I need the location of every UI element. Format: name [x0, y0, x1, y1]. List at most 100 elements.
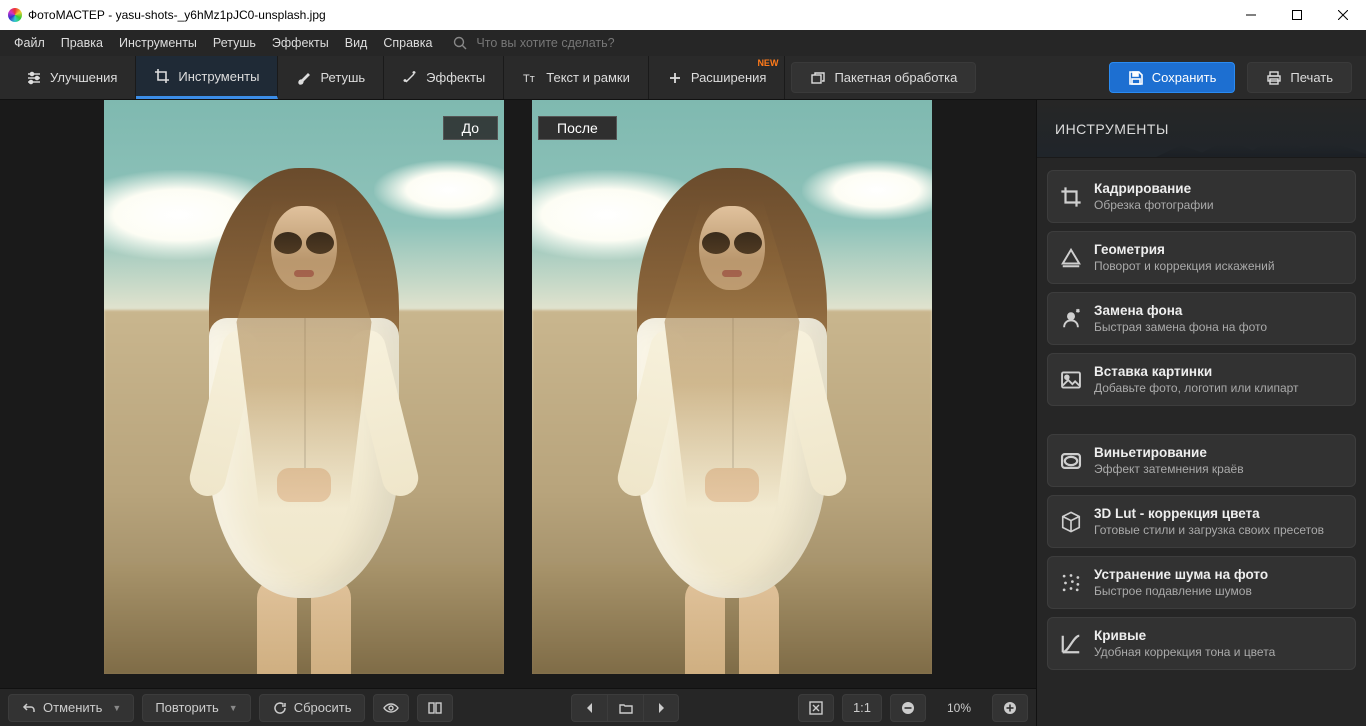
- tool-sub: Поворот и коррекция искажений: [1094, 259, 1343, 273]
- menu-view[interactable]: Вид: [345, 36, 368, 50]
- tool-sub: Добавьте фото, логотип или клипарт: [1094, 381, 1343, 395]
- toolbar: Улучшения Инструменты Ретушь Эффекты Tт …: [0, 56, 1366, 100]
- tab-label: Улучшения: [50, 70, 117, 85]
- redo-button[interactable]: Повторить ▼: [142, 694, 250, 722]
- tab-text[interactable]: Tт Текст и рамки: [504, 56, 649, 99]
- print-icon: [1266, 70, 1282, 86]
- tool-sub: Обрезка фотографии: [1094, 198, 1343, 212]
- tab-extensions[interactable]: Расширения NEW: [649, 56, 786, 99]
- next-button[interactable]: [643, 694, 679, 722]
- save-button[interactable]: Сохранить: [1109, 62, 1236, 93]
- menu-file[interactable]: Файл: [14, 36, 45, 50]
- tool-curves[interactable]: Кривые Удобная коррекция тона и цвета: [1047, 617, 1356, 670]
- menubar: Файл Правка Инструменты Ретушь Эффекты В…: [0, 30, 1366, 56]
- dropdown-icon: ▼: [112, 703, 121, 713]
- canvas-area: До После: [0, 100, 1036, 726]
- print-button[interactable]: Печать: [1247, 62, 1352, 93]
- search-icon: [452, 35, 468, 51]
- tab-effects[interactable]: Эффекты: [384, 56, 504, 99]
- right-panel-body: Кадрирование Обрезка фотографии Геометри…: [1037, 158, 1366, 726]
- before-label: До: [443, 116, 498, 140]
- svg-text:Tт: Tт: [523, 73, 535, 85]
- wand-icon: [402, 70, 418, 86]
- app-icon: [8, 8, 22, 22]
- tab-label: Ретушь: [320, 70, 365, 85]
- tool-denoise[interactable]: Устранение шума на фото Быстрое подавлен…: [1047, 556, 1356, 609]
- actual-size-button[interactable]: 1:1: [842, 694, 882, 722]
- cube-icon: [1060, 511, 1082, 533]
- bottombar: Отменить ▼ Повторить ▼ Сбросить: [0, 688, 1036, 726]
- tab-tools[interactable]: Инструменты: [136, 56, 278, 99]
- plus-icon: [667, 70, 683, 86]
- right-panel: ИНСТРУМЕНТЫ Кадрирование Обрезка фотогра…: [1036, 100, 1366, 726]
- geometry-icon: [1060, 247, 1082, 269]
- crop-icon: [1060, 186, 1082, 208]
- menu-help[interactable]: Справка: [383, 36, 432, 50]
- tab-label: Текст и рамки: [546, 70, 630, 85]
- noise-icon: [1060, 572, 1082, 594]
- fit-button[interactable]: [798, 694, 834, 722]
- tool-title: Виньетирование: [1094, 445, 1343, 460]
- tool-sub: Быстрое подавление шумов: [1094, 584, 1343, 598]
- new-badge: NEW: [757, 58, 778, 68]
- tab-label: Инструменты: [178, 69, 259, 84]
- before-slot: До: [104, 100, 504, 688]
- tool-title: Кадрирование: [1094, 181, 1343, 196]
- zoom-in-button[interactable]: [992, 694, 1028, 722]
- right-panel-title: ИНСТРУМЕНТЫ: [1037, 100, 1366, 158]
- stack-icon: [810, 70, 826, 86]
- image-icon: [1060, 369, 1082, 391]
- reset-button[interactable]: Сбросить: [259, 694, 365, 722]
- open-folder-button[interactable]: [607, 694, 643, 722]
- window-close[interactable]: [1320, 0, 1366, 30]
- tool-title: Геометрия: [1094, 242, 1343, 257]
- save-icon: [1128, 70, 1144, 86]
- dropdown-icon: ▼: [229, 703, 238, 713]
- brush-icon: [296, 70, 312, 86]
- vignette-icon: [1060, 450, 1082, 472]
- after-label: После: [538, 116, 617, 140]
- menu-edit[interactable]: Правка: [61, 36, 103, 50]
- one-to-one-label: 1:1: [853, 700, 871, 715]
- tool-title: Кривые: [1094, 628, 1343, 643]
- menu-tools[interactable]: Инструменты: [119, 36, 197, 50]
- redo-label: Повторить: [155, 700, 218, 715]
- replace-bg-icon: [1060, 308, 1082, 330]
- zoom-level: 10%: [934, 701, 984, 715]
- tool-crop[interactable]: Кадрирование Обрезка фотографии: [1047, 170, 1356, 223]
- window-maximize[interactable]: [1274, 0, 1320, 30]
- sliders-icon: [26, 70, 42, 86]
- main: До После: [0, 100, 1366, 726]
- crop-icon: [154, 68, 170, 84]
- tool-geometry[interactable]: Геометрия Поворот и коррекция искажений: [1047, 231, 1356, 284]
- curves-icon: [1060, 633, 1082, 655]
- right-panel-title-text: ИНСТРУМЕНТЫ: [1055, 121, 1169, 137]
- window-title: ФотоМАСТЕР - yasu-shots-_y6hMz1pJC0-unsp…: [28, 8, 326, 22]
- search-placeholder: Что вы хотите сделать?: [476, 36, 614, 50]
- tab-enhance[interactable]: Улучшения: [8, 56, 136, 99]
- compare-button[interactable]: [417, 694, 453, 722]
- tab-label: Эффекты: [426, 70, 485, 85]
- viewer: До После: [0, 100, 1036, 688]
- undo-icon: [21, 700, 37, 716]
- tool-replace-bg[interactable]: Замена фона Быстрая замена фона на фото: [1047, 292, 1356, 345]
- tool-sub: Быстрая замена фона на фото: [1094, 320, 1343, 334]
- menu-effects[interactable]: Эффекты: [272, 36, 329, 50]
- undo-button[interactable]: Отменить ▼: [8, 694, 134, 722]
- batch-button[interactable]: Пакетная обработка: [791, 62, 976, 93]
- tab-retouch[interactable]: Ретушь: [278, 56, 384, 99]
- menu-search[interactable]: Что вы хотите сделать?: [452, 35, 614, 51]
- tool-insert-image[interactable]: Вставка картинки Добавьте фото, логотип …: [1047, 353, 1356, 406]
- window-minimize[interactable]: [1228, 0, 1274, 30]
- menu-retouch[interactable]: Ретушь: [213, 36, 256, 50]
- tool-title: 3D Lut - коррекция цвета: [1094, 506, 1343, 521]
- tool-sub: Эффект затемнения краёв: [1094, 462, 1343, 476]
- compare-icon: [427, 700, 443, 716]
- before-photo: [104, 100, 504, 674]
- print-label: Печать: [1290, 70, 1333, 85]
- toggle-view-button[interactable]: [373, 694, 409, 722]
- prev-button[interactable]: [571, 694, 607, 722]
- zoom-out-button[interactable]: [890, 694, 926, 722]
- tool-3dlut[interactable]: 3D Lut - коррекция цвета Готовые стили и…: [1047, 495, 1356, 548]
- tool-vignette[interactable]: Виньетирование Эффект затемнения краёв: [1047, 434, 1356, 487]
